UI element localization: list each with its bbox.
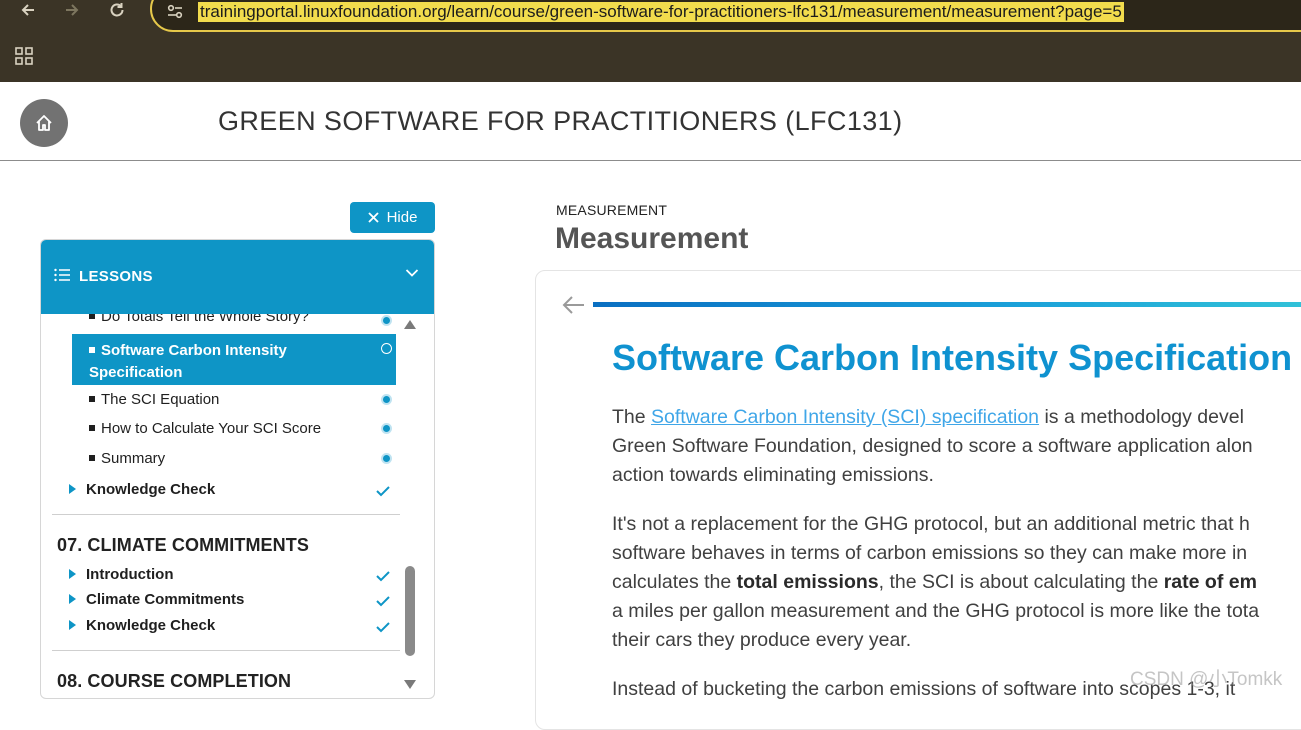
back-arrow-icon[interactable] bbox=[562, 295, 586, 315]
home-button[interactable] bbox=[20, 99, 68, 147]
expand-triangle-icon bbox=[69, 620, 76, 630]
topic-climate-commitments[interactable]: Climate Commitments bbox=[69, 591, 244, 608]
lesson-label: How to Calculate Your SCI Score bbox=[101, 420, 322, 437]
paragraph-1: The Software Carbon Intensity (SCI) spec… bbox=[612, 406, 1253, 486]
paragraph-2: It's not a replacement for the GHG proto… bbox=[612, 513, 1260, 651]
back-icon[interactable] bbox=[16, 0, 40, 22]
lessons-panel: LESSONS Do Totals Tell the Whole Story? … bbox=[40, 239, 435, 699]
watermark: CSDN @小Tomkk bbox=[1130, 669, 1283, 690]
lesson-label: Summary bbox=[101, 450, 166, 467]
expand-triangle-icon bbox=[69, 569, 76, 579]
check-icon bbox=[376, 486, 390, 497]
divider bbox=[52, 650, 400, 651]
lessons-label: LESSONS bbox=[79, 268, 153, 285]
section-title[interactable]: 08. COURSE COMPLETION bbox=[57, 671, 291, 692]
topic-knowledge-check[interactable]: Knowledge Check bbox=[69, 617, 215, 634]
sci-spec-link[interactable]: Software Carbon Intensity (SCI) specific… bbox=[651, 406, 1039, 428]
url-text[interactable]: trainingportal.linuxfoundation.org/learn… bbox=[198, 2, 1124, 22]
breadcrumb: MEASUREMENT bbox=[556, 202, 668, 218]
close-icon bbox=[367, 212, 379, 223]
article-title: Software Carbon Intensity Specification bbox=[612, 337, 1293, 378]
scroll-down-icon[interactable] bbox=[404, 680, 416, 689]
expand-triangle-icon bbox=[69, 484, 76, 494]
list-item[interactable]: The SCI Equation bbox=[89, 391, 399, 408]
lesson-label: Do Totals Tell the Whole Story? bbox=[101, 314, 309, 325]
status-dot-icon bbox=[381, 343, 392, 354]
status-dot-icon bbox=[381, 453, 392, 464]
status-dot-icon bbox=[381, 315, 392, 326]
topic-knowledge-check[interactable]: Knowledge Check bbox=[69, 481, 215, 498]
status-dot-icon bbox=[381, 394, 392, 405]
forward-icon[interactable] bbox=[60, 0, 84, 22]
lesson-list: Do Totals Tell the Whole Story? Software… bbox=[41, 314, 401, 698]
lesson-label: Software Carbon Intensity Specification bbox=[89, 342, 287, 381]
reload-icon[interactable] bbox=[105, 0, 129, 22]
list-item[interactable]: Do Totals Tell the Whole Story? bbox=[89, 314, 399, 325]
hide-label: Hide bbox=[386, 209, 418, 226]
check-icon bbox=[376, 596, 390, 607]
page-title: Measurement bbox=[555, 222, 749, 255]
browser-toolbar: trainingportal.linuxfoundation.org/learn… bbox=[0, 0, 1301, 82]
site-header: GREEN SOFTWARE FOR PRACTITIONERS (LFC131… bbox=[0, 82, 1301, 161]
topic-introduction[interactable]: Introduction bbox=[69, 566, 173, 583]
site-settings-icon[interactable] bbox=[166, 3, 184, 21]
list-icon bbox=[54, 268, 70, 282]
content-card: Software Carbon Intensity Specification … bbox=[535, 270, 1301, 730]
expand-triangle-icon bbox=[69, 594, 76, 604]
scroll-up-icon[interactable] bbox=[404, 320, 416, 329]
hide-sidebar-button[interactable]: Hide bbox=[350, 202, 435, 233]
list-item[interactable]: Summary bbox=[89, 450, 399, 467]
lessons-header[interactable]: LESSONS bbox=[41, 240, 434, 314]
check-icon bbox=[376, 622, 390, 633]
check-icon bbox=[376, 571, 390, 582]
address-bar[interactable]: trainingportal.linuxfoundation.org/learn… bbox=[150, 0, 1301, 32]
status-dot-icon bbox=[381, 423, 392, 434]
home-icon bbox=[36, 115, 52, 131]
lesson-item-active[interactable]: Software Carbon Intensity Specification bbox=[72, 334, 396, 385]
scroll-thumb[interactable] bbox=[405, 566, 415, 656]
chevron-down-icon[interactable] bbox=[405, 268, 419, 278]
course-title: GREEN SOFTWARE FOR PRACTITIONERS (LFC131… bbox=[218, 106, 903, 136]
apps-grid-icon[interactable] bbox=[15, 47, 33, 65]
lesson-progress-bar bbox=[593, 302, 1301, 307]
list-item[interactable]: How to Calculate Your SCI Score bbox=[89, 420, 399, 437]
lesson-label: The SCI Equation bbox=[101, 391, 220, 408]
divider bbox=[52, 514, 400, 515]
lesson-scrollbar[interactable] bbox=[402, 320, 418, 695]
section-title[interactable]: 07. CLIMATE COMMITMENTS bbox=[57, 535, 309, 556]
